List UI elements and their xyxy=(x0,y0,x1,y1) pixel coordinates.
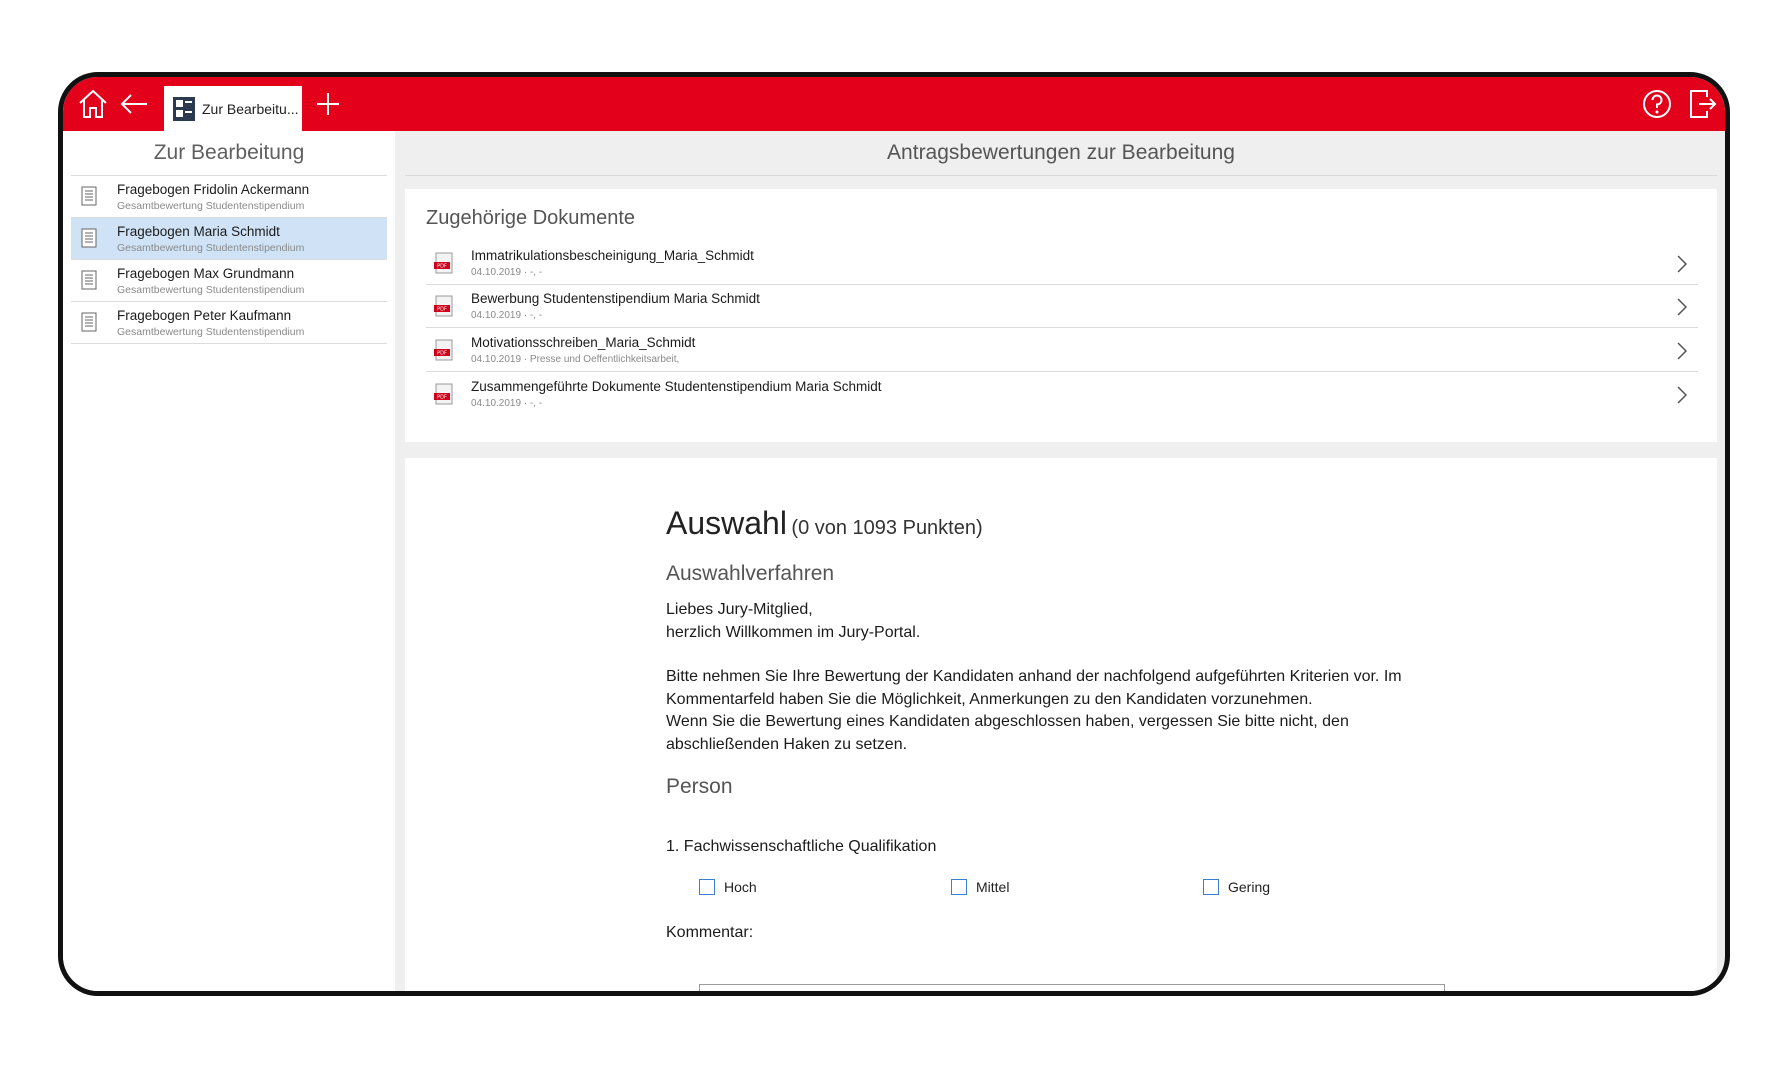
plus-icon[interactable] xyxy=(311,87,345,121)
document-name: Motivationsschreiben_Maria_Schmidt xyxy=(471,335,696,350)
app-window: Zur Bearbeitu... Zur Bearbeitung Fragebo… xyxy=(58,72,1730,996)
form-title: Auswahl (0 von 1093 Punkten) xyxy=(666,505,983,542)
documents-panel: Zugehörige Dokumente PDF Immatrikulation… xyxy=(405,189,1717,442)
document-icon xyxy=(81,270,97,290)
document-row[interactable]: PDF Motivationsschreiben_Maria_Schmidt 0… xyxy=(426,329,1698,372)
instructions-line: Kommentarfeld haben Sie die Möglichkeit,… xyxy=(666,690,1313,708)
list-item[interactable]: Fragebogen Maria Schmidt Gesamtbewertung… xyxy=(71,218,387,260)
document-name: Bewerbung Studentenstipendium Maria Schm… xyxy=(471,291,760,306)
checkbox[interactable] xyxy=(1203,879,1219,895)
tab-label: Zur Bearbeitu... xyxy=(202,100,299,117)
instructions-line: Wenn Sie die Bewertung eines Kandidaten … xyxy=(666,713,1349,730)
pdf-icon: PDF xyxy=(434,383,454,405)
greeting-line: herzlich Willkommen im Jury-Portal. xyxy=(666,623,921,641)
list-item-title: Fragebogen Maria Schmidt xyxy=(117,224,280,239)
list-item[interactable]: Fragebogen Peter Kaufmann Gesamtbewertun… xyxy=(71,302,387,344)
top-bar: Zur Bearbeitu... xyxy=(63,77,1725,131)
home-icon[interactable] xyxy=(76,87,110,121)
checkbox-label: Gering xyxy=(1228,879,1271,895)
document-icon xyxy=(81,312,97,332)
greeting-line: Liebes Jury-Mitglied, xyxy=(666,601,813,618)
svg-text:PDF: PDF xyxy=(437,351,447,357)
checkbox-mittel[interactable]: Mittel xyxy=(951,877,1009,897)
list-item[interactable]: Fragebogen Fridolin Ackermann Gesamtbewe… xyxy=(71,176,387,218)
list-item-subtitle: Gesamtbewertung Studentenstipendium xyxy=(117,284,305,296)
chevron-right-icon xyxy=(1676,385,1688,405)
sidebar: Zur Bearbeitung Fragebogen Fridolin Acke… xyxy=(63,131,395,991)
document-name: Immatrikulationsbescheinigung_Maria_Schm… xyxy=(471,248,754,263)
form-icon xyxy=(172,96,196,122)
list-item-title: Fragebogen Peter Kaufmann xyxy=(117,308,292,323)
svg-text:PDF: PDF xyxy=(437,264,447,270)
list-item-subtitle: Gesamtbewertung Studentenstipendium xyxy=(117,326,305,338)
chevron-right-icon xyxy=(1676,341,1688,361)
comment-label: Kommentar: xyxy=(666,924,754,941)
question-label: 1. Fachwissenschaftliche Qualifikation xyxy=(666,838,937,855)
logout-icon[interactable] xyxy=(1685,87,1719,121)
document-meta: 04.10.2019 · Presse und Oeffentlichkeits… xyxy=(471,354,680,365)
form-content: Auswahl (0 von 1093 Punkten) Auswahlverf… xyxy=(405,458,1717,991)
document-meta: 04.10.2019 · -, - xyxy=(471,267,543,278)
checkbox[interactable] xyxy=(699,879,715,895)
pdf-icon: PDF xyxy=(434,252,454,274)
documents-title: Zugehörige Dokumente xyxy=(426,207,636,229)
checkbox-gering[interactable]: Gering xyxy=(1203,877,1270,897)
list-item-subtitle: Gesamtbewertung Studentenstipendium xyxy=(117,200,305,212)
checkbox[interactable] xyxy=(951,879,967,895)
chevron-right-icon xyxy=(1676,297,1688,317)
document-row[interactable]: PDF Zusammengeführte Dokumente Studenten… xyxy=(426,373,1698,416)
comment-field[interactable] xyxy=(699,984,1445,991)
pdf-icon: PDF xyxy=(434,295,454,317)
page-title: Antragsbewertungen zur Bearbeitung xyxy=(405,131,1717,176)
checkbox-label: Hoch xyxy=(724,879,757,895)
pdf-icon: PDF xyxy=(434,339,454,361)
checkbox-label: Mittel xyxy=(976,879,1010,895)
section-heading: Person xyxy=(666,775,733,798)
document-icon xyxy=(81,228,97,248)
back-arrow-icon[interactable] xyxy=(117,87,151,121)
list-item-title: Fragebogen Max Grundmann xyxy=(117,266,295,281)
list-item-subtitle: Gesamtbewertung Studentenstipendium xyxy=(117,242,305,254)
chevron-right-icon xyxy=(1676,254,1688,274)
form-title-text: Auswahl xyxy=(666,505,787,541)
instructions-line: abschließenden Haken zu setzen. xyxy=(666,735,908,753)
points-counter: (0 von 1093 Punkten) xyxy=(791,517,983,539)
list-item-title: Fragebogen Fridolin Ackermann xyxy=(117,182,310,197)
instructions-line: Bitte nehmen Sie Ihre Bewertung der Kand… xyxy=(666,668,1402,685)
section-heading: Auswahlverfahren xyxy=(666,562,835,585)
help-icon[interactable] xyxy=(1640,87,1674,121)
document-name: Zusammengeführte Dokumente Studentenstip… xyxy=(471,379,882,394)
svg-text:PDF: PDF xyxy=(437,307,447,313)
document-row[interactable]: PDF Immatrikulationsbescheinigung_Maria_… xyxy=(426,242,1698,285)
svg-text:PDF: PDF xyxy=(437,395,447,401)
document-meta: 04.10.2019 · -, - xyxy=(471,398,543,409)
document-icon xyxy=(81,186,97,206)
checkbox-hoch[interactable]: Hoch xyxy=(699,877,757,897)
main-area: Antragsbewertungen zur Bearbeitung Zugeh… xyxy=(405,131,1725,991)
document-meta: 04.10.2019 · -, - xyxy=(471,310,543,321)
document-row[interactable]: PDF Bewerbung Studentenstipendium Maria … xyxy=(426,285,1698,328)
sidebar-title: Zur Bearbeitung xyxy=(71,131,387,176)
list-item[interactable]: Fragebogen Max Grundmann Gesamtbewertung… xyxy=(71,260,387,302)
tab-zur-bearbeitung[interactable]: Zur Bearbeitu... xyxy=(164,86,302,131)
